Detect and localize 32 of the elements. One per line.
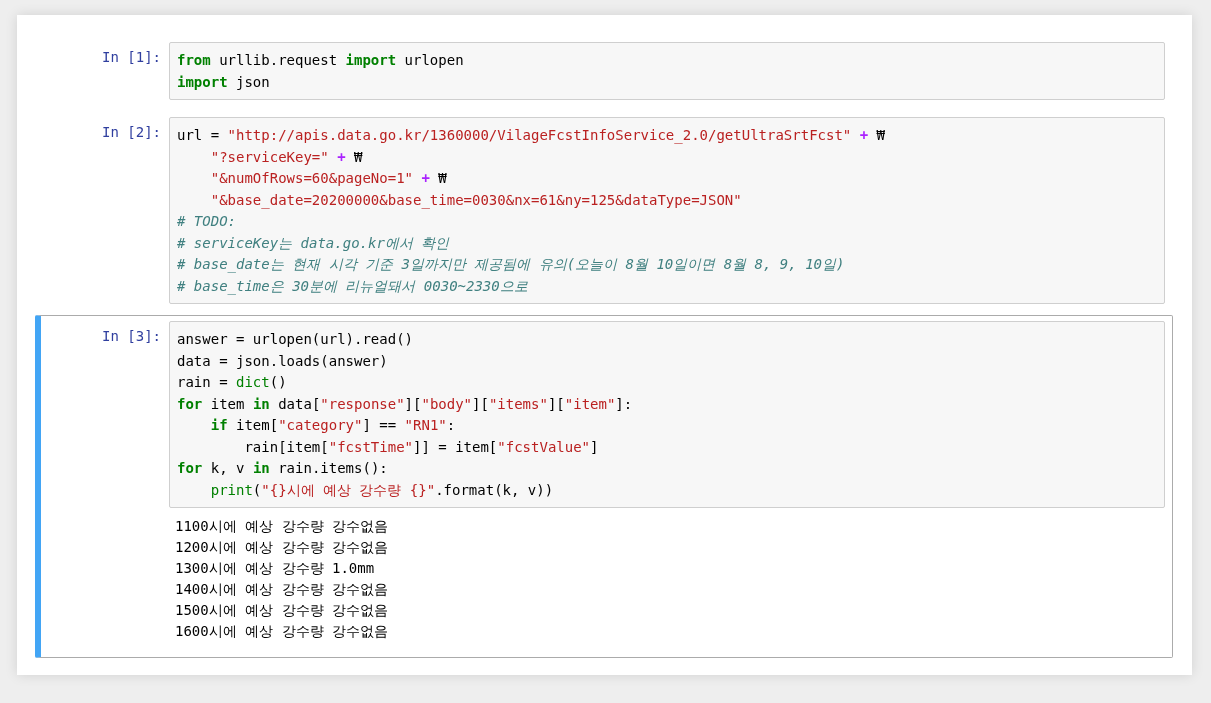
code-line: answer = urlopen(url).read() bbox=[177, 330, 414, 349]
output-line: 1200시에 예상 강수량 강수없음 bbox=[175, 538, 388, 557]
output-line: 1400시에 예상 강수량 강수없음 bbox=[175, 580, 388, 599]
code-line: if item["category"] == "RN1": bbox=[209, 416, 457, 435]
code-line: for k, v in rain.items(): bbox=[177, 459, 389, 478]
code-line: url = "http://apis.data.go.kr/1360000/VilageFcstInfoService_2.0/getUltraSrtFcst" + ₩ bbox=[177, 126, 887, 146]
output-line: 1300시에 예상 강수량 1.0mm bbox=[175, 559, 376, 578]
output-line: 1600시에 예상 강수량 강수없음 bbox=[175, 622, 388, 641]
code-line: rain[item["fcstTime"]] = item["fcstValue"] bbox=[243, 437, 600, 457]
code-line: print("{}시에 예상 강수량 {}".format(k, v)) bbox=[209, 480, 555, 500]
input-prompt: In [2]: bbox=[101, 123, 162, 142]
code-line: data = json.loads(answer) bbox=[177, 351, 389, 371]
code-line: "&numOfRows=60&pageNo=1" + ₩ bbox=[209, 169, 448, 188]
code-line: "&base_date=20200000&base_time=0030&nx=61&ny=125&dataType=JSON" bbox=[209, 190, 743, 211]
code-editor[interactable] bbox=[169, 321, 1165, 508]
input-prompt: In [1]: bbox=[101, 48, 162, 67]
code-line: # serviceKey는 data.go.kr에서 확인 bbox=[177, 233, 451, 253]
code-editor[interactable]: from urllib.request import urlopen import json bbox=[169, 42, 1165, 100]
code-line: # base_time은 30분에 리뉴얼돼서 0030~2330으로 bbox=[177, 276, 529, 297]
code-line: import json bbox=[177, 72, 271, 92]
output-line: 1500시에 예상 강수량 강수없음 bbox=[175, 601, 388, 620]
code-line: # TODO: bbox=[177, 212, 237, 231]
code-editor[interactable] bbox=[169, 117, 1165, 304]
code-line: for item in data["response"]["body"]["items"]["item"]: bbox=[177, 394, 634, 414]
notebook-cell[interactable] bbox=[35, 315, 1173, 658]
output-line: 1100시에 예상 강수량 강수없음 bbox=[175, 517, 388, 536]
input-prompt: In [3]: bbox=[101, 327, 162, 346]
code-line: # base_date는 현재 시각 기준 3일까지만 제공됨에 유의(오늘이 8월 10일이면 8월 8, 9, 10일) bbox=[177, 255, 846, 275]
code-line: rain = dict() bbox=[177, 373, 288, 392]
code-line: from urllib.request import urlopen bbox=[177, 51, 465, 70]
notebook-cell[interactable]: In [1]: from urllib.request import urlopen import json bbox=[35, 36, 1173, 106]
code-line: "?serviceKey=" + ₩ bbox=[209, 147, 364, 167]
